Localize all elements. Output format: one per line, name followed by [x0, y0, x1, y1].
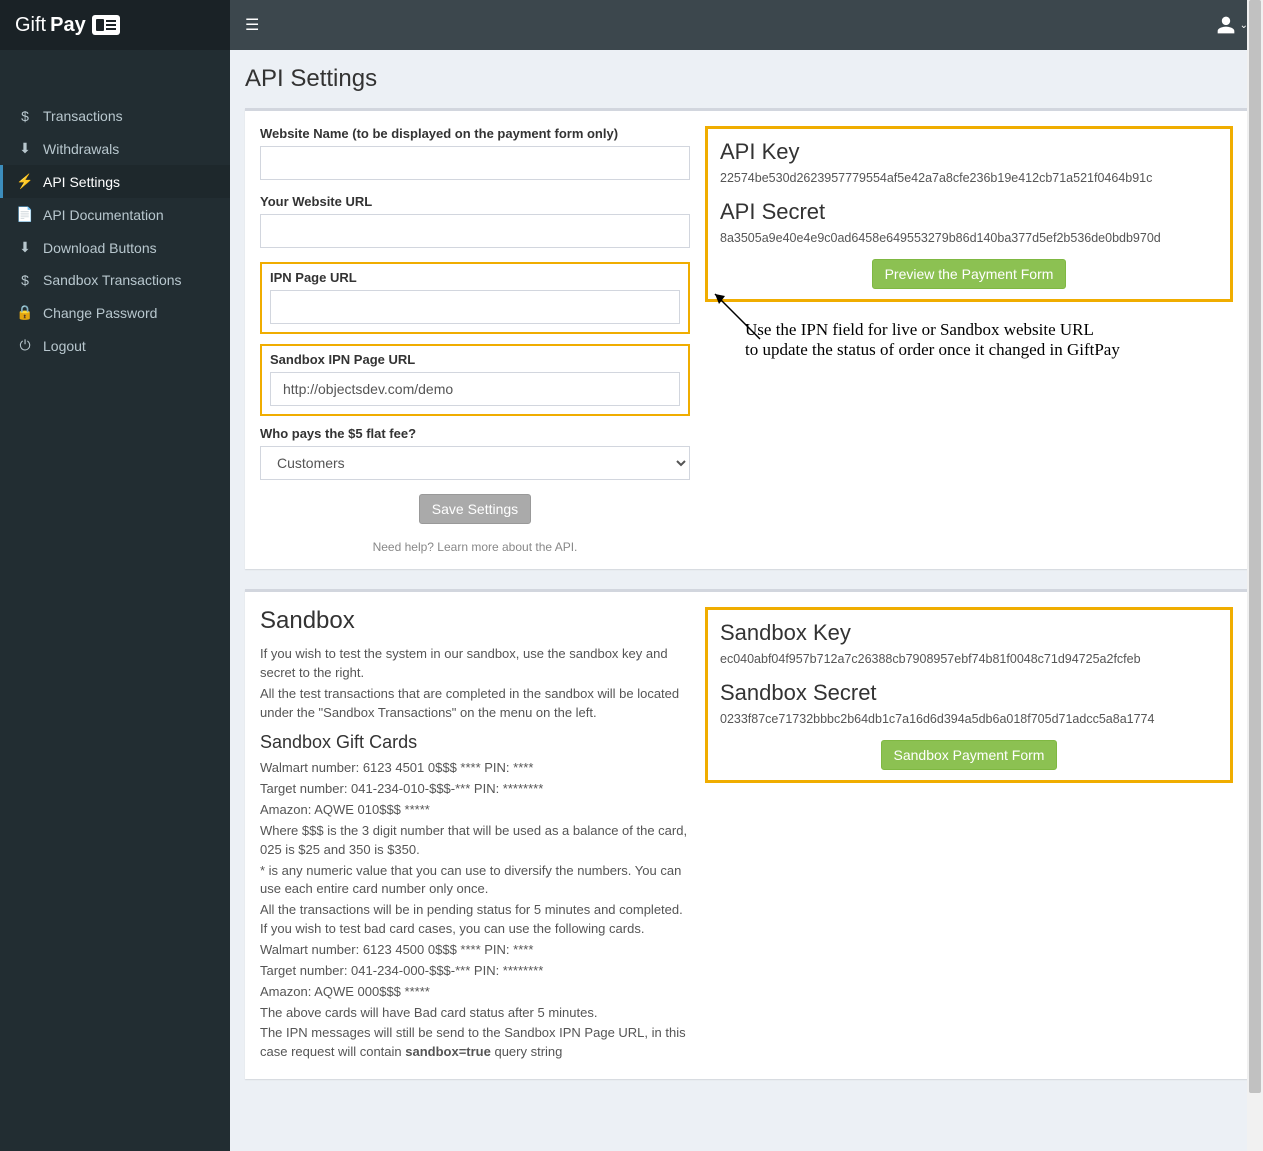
sandbox-key-value: ec040abf04f957b712a7c26388cb7908957ebf74…: [720, 652, 1218, 666]
sandbox-asterisk-note: * is any numeric value that you can use …: [260, 862, 690, 900]
api-secret-value: 8a3505a9e40e4e9c0ad6458e649553279b86d140…: [720, 231, 1218, 245]
api-settings-panel: Website Name (to be displayed on the pay…: [245, 108, 1248, 569]
fee-select[interactable]: Customers: [260, 446, 690, 480]
sidebar-item-transactions[interactable]: $ Transactions: [0, 100, 230, 132]
brand-part2: Pay: [50, 14, 86, 37]
website-name-label: Website Name (to be displayed on the pay…: [260, 126, 690, 141]
power-icon: ⏻: [15, 337, 35, 354]
sandbox-secret-value: 0233f87ce71732bbbc2b64db1c7a16d6d394a5db…: [720, 712, 1218, 726]
dollar-icon: $: [15, 108, 35, 124]
vertical-scrollbar[interactable]: [1247, 0, 1263, 1151]
sandbox-card-amazon-bad: Amazon: AQWE 000$$$ *****: [260, 983, 690, 1002]
bolt-icon: ⚡: [15, 173, 35, 190]
page-title: API Settings: [245, 65, 1248, 93]
save-settings-button[interactable]: Save Settings: [419, 494, 531, 524]
lock-icon: 🔒: [15, 304, 35, 321]
sandbox-card-target-bad: Target number: 041-234-000-$$$-*** PIN: …: [260, 962, 690, 981]
sidebar-item-label: Sandbox Transactions: [43, 272, 182, 288]
website-name-input[interactable]: [260, 146, 690, 180]
sidebar: GiftPay $ Transactions ⬇ Withdrawals ⚡ A…: [0, 0, 230, 1151]
sidebar-item-api-documentation[interactable]: 📄 API Documentation: [0, 198, 230, 231]
sidebar-toggle-button[interactable]: ☰: [245, 15, 259, 35]
dollar-icon: $: [15, 272, 35, 288]
sandbox-ipn-label: Sandbox IPN Page URL: [270, 352, 680, 367]
sidebar-item-label: Download Buttons: [43, 240, 157, 256]
sandbox-payment-form-button[interactable]: Sandbox Payment Form: [881, 740, 1058, 770]
website-url-label: Your Website URL: [260, 194, 690, 209]
help-text: Need help? Learn more about the API.: [260, 540, 690, 554]
sidebar-item-logout[interactable]: ⏻ Logout: [0, 329, 230, 362]
sandbox-key-heading: Sandbox Key: [720, 620, 1218, 646]
sandbox-card-walmart-bad: Walmart number: 6123 4500 0$$$ **** PIN:…: [260, 941, 690, 960]
sandbox-cards-heading: Sandbox Gift Cards: [260, 732, 690, 753]
sidebar-item-change-password[interactable]: 🔒 Change Password: [0, 296, 230, 329]
download-icon: ⬇: [15, 140, 35, 157]
ipn-label: IPN Page URL: [270, 270, 680, 285]
giftcard-icon: [92, 15, 120, 35]
user-menu[interactable]: ⌄: [1216, 15, 1248, 35]
user-icon: [1216, 15, 1236, 35]
sidebar-item-label: Change Password: [43, 305, 157, 321]
arrow-icon: [705, 284, 765, 354]
sandbox-balance-note: Where $$$ is the 3 digit number that wil…: [260, 822, 690, 860]
sidebar-item-label: Transactions: [43, 108, 123, 124]
preview-payment-form-button[interactable]: Preview the Payment Form: [872, 259, 1067, 289]
sandbox-card-amazon-good: Amazon: AQWE 010$$$ *****: [260, 801, 690, 820]
sandbox-pending-note: All the transactions will be in pending …: [260, 901, 690, 939]
download-icon: ⬇: [15, 239, 35, 256]
sidebar-item-download-buttons[interactable]: ⬇ Download Buttons: [0, 231, 230, 264]
api-secret-heading: API Secret: [720, 199, 1218, 225]
sidebar-item-label: API Settings: [43, 174, 120, 190]
topbar: ☰ ⌄: [230, 0, 1263, 50]
api-credentials-box: API Key 22574be530d2623957779554af5e42a7…: [705, 126, 1233, 302]
ipn-input[interactable]: [270, 290, 680, 324]
ipn-annotation: Use the IPN field for live or Sandbox we…: [705, 314, 1233, 360]
sandbox-heading: Sandbox: [260, 607, 690, 635]
sandbox-intro-1: If you wish to test the system in our sa…: [260, 645, 690, 683]
sandbox-ipn-note: The IPN messages will still be send to t…: [260, 1024, 690, 1062]
sandbox-intro-2: All the test transactions that are compl…: [260, 685, 690, 723]
sidebar-item-label: API Documentation: [43, 207, 164, 223]
sandbox-credentials-box: Sandbox Key ec040abf04f957b712a7c26388cb…: [705, 607, 1233, 783]
api-help-link[interactable]: API.: [555, 540, 578, 554]
sidebar-item-sandbox-transactions[interactable]: $ Sandbox Transactions: [0, 264, 230, 296]
sidebar-item-label: Logout: [43, 338, 86, 354]
sandbox-ipn-highlight: Sandbox IPN Page URL: [260, 344, 690, 416]
document-icon: 📄: [15, 206, 35, 223]
sidebar-menu: $ Transactions ⬇ Withdrawals ⚡ API Setti…: [0, 100, 230, 362]
sidebar-item-api-settings[interactable]: ⚡ API Settings: [0, 165, 230, 198]
sandbox-badcard-note: The above cards will have Bad card statu…: [260, 1004, 690, 1023]
api-key-heading: API Key: [720, 139, 1218, 165]
api-key-value: 22574be530d2623957779554af5e42a7a8cfe236…: [720, 171, 1218, 185]
sandbox-ipn-input[interactable]: [270, 372, 680, 406]
sidebar-item-label: Withdrawals: [43, 141, 119, 157]
sandbox-card-walmart-good: Walmart number: 6123 4501 0$$$ **** PIN:…: [260, 759, 690, 778]
scrollbar-thumb[interactable]: [1249, 0, 1261, 1093]
ipn-highlight: IPN Page URL: [260, 262, 690, 334]
website-url-input[interactable]: [260, 214, 690, 248]
sandbox-secret-heading: Sandbox Secret: [720, 680, 1218, 706]
brand-logo[interactable]: GiftPay: [0, 0, 230, 50]
sandbox-card-target-good: Target number: 041-234-010-$$$-*** PIN: …: [260, 780, 690, 799]
sandbox-panel: Sandbox If you wish to test the system i…: [245, 589, 1248, 1079]
brand-part1: Gift: [15, 14, 46, 37]
sidebar-item-withdrawals[interactable]: ⬇ Withdrawals: [0, 132, 230, 165]
fee-label: Who pays the $5 flat fee?: [260, 426, 690, 441]
